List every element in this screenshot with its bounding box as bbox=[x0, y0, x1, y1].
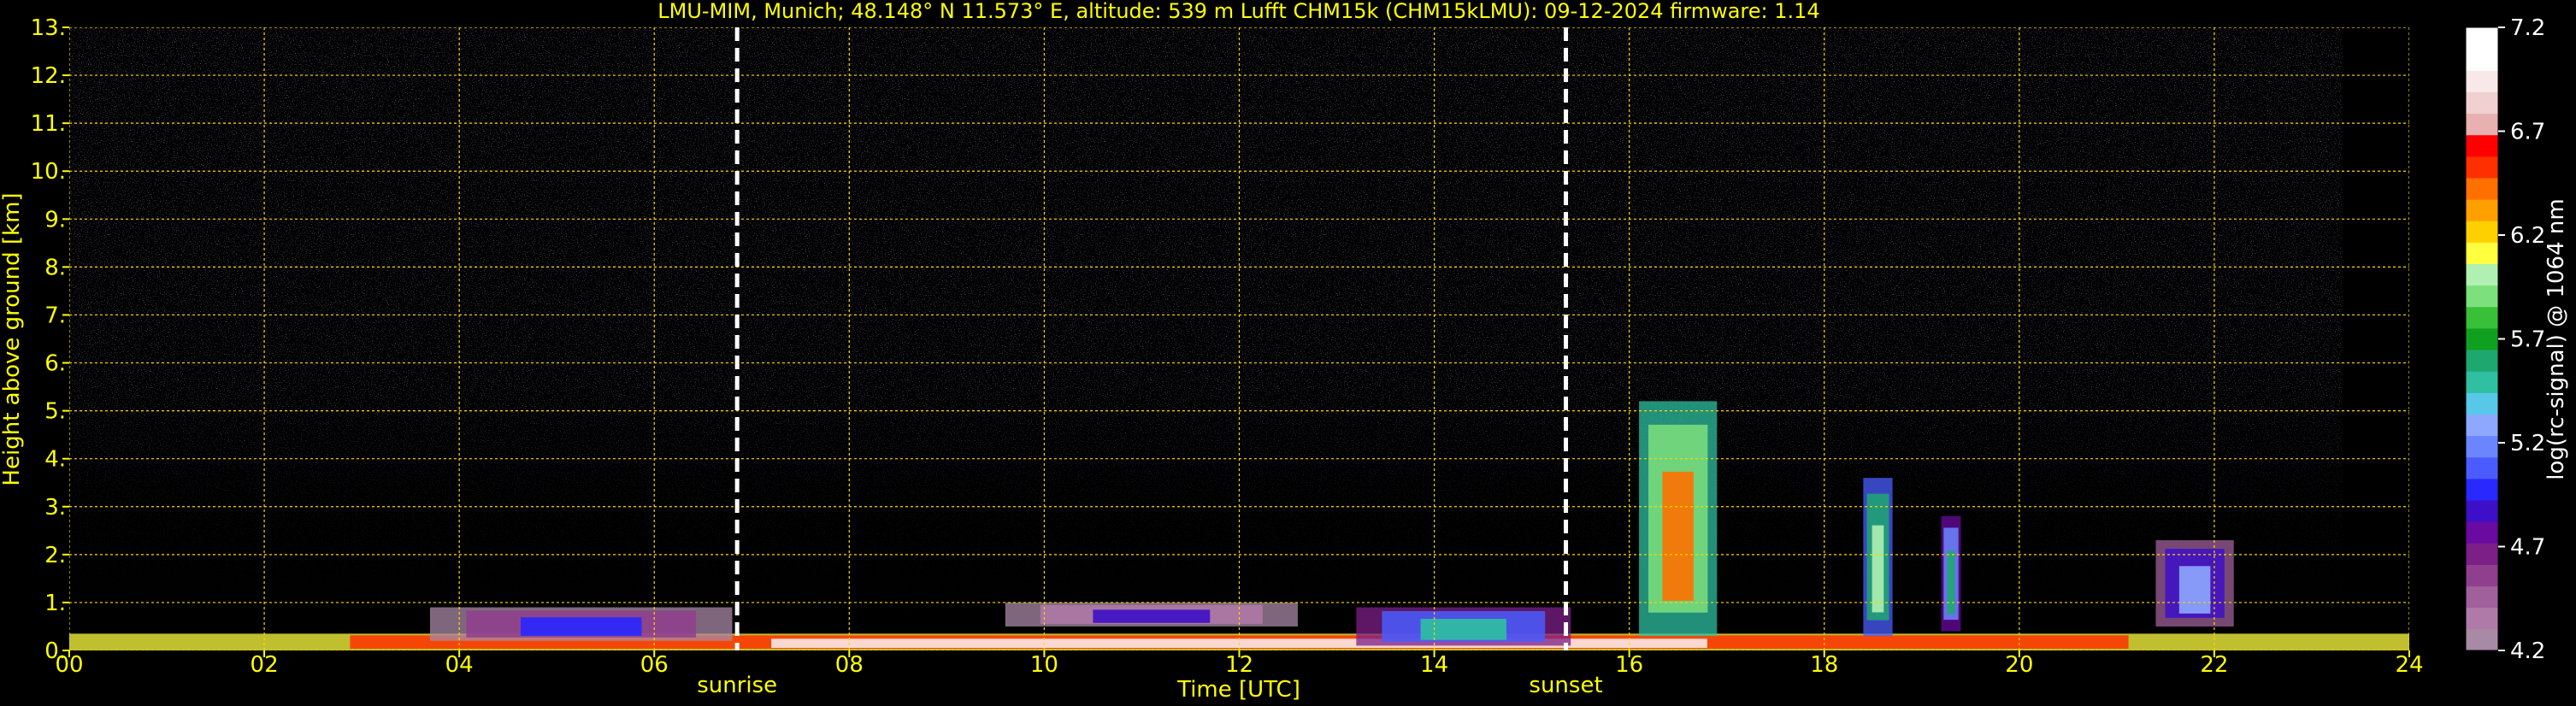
y-axis-label: Height above ground [km] bbox=[0, 192, 25, 485]
feature-aerosol-layer bbox=[1356, 607, 1571, 646]
plot-area bbox=[69, 27, 2409, 650]
colorbar-swatch bbox=[2466, 371, 2498, 393]
colorbar-swatch bbox=[2466, 392, 2498, 415]
colorbar-swatch bbox=[2466, 628, 2498, 651]
colorbar-tick-label: 5.7 bbox=[2510, 327, 2545, 353]
feature-core bbox=[1662, 471, 1694, 601]
y-tick-label: 0. bbox=[44, 638, 66, 664]
colorbar-swatch bbox=[2466, 242, 2498, 265]
x-tick-label: 14 bbox=[1420, 652, 1448, 678]
sunset-label: sunset bbox=[1529, 673, 1602, 698]
feature-core bbox=[2178, 566, 2211, 614]
x-tick-label: 04 bbox=[445, 652, 474, 678]
colorbar-ticks: 4.2 4.7 5.2 5.7 6.2 6.7 7.2 bbox=[2498, 15, 2545, 664]
x-tick-label: 16 bbox=[1615, 652, 1643, 678]
feature-cloud bbox=[2155, 540, 2234, 627]
feature-core bbox=[1093, 609, 1211, 623]
colorbar-swatch bbox=[2466, 263, 2498, 286]
y-tick-label: 7. bbox=[44, 303, 66, 328]
y-tick-label: 8. bbox=[44, 255, 66, 280]
colorbar-swatch bbox=[2466, 27, 2498, 50]
colorbar-swatch bbox=[2466, 543, 2498, 565]
x-tick-label: 24 bbox=[2395, 652, 2423, 678]
colorbar-tick-label: 4.2 bbox=[2510, 638, 2545, 664]
colorbar-swatch bbox=[2466, 113, 2498, 136]
colorbar: 4.2 4.7 5.2 5.7 6.2 6.7 7.2 log(rc-signal) @ 1… bbox=[2465, 15, 2569, 664]
colorbar-swatch bbox=[2466, 456, 2498, 479]
colorbar-swatch bbox=[2466, 500, 2498, 522]
feature-core bbox=[1420, 618, 1506, 640]
sunrise-label: sunrise bbox=[697, 673, 777, 698]
colorbar-tick-label: 6.7 bbox=[2510, 120, 2545, 145]
colorbar-swatch bbox=[2466, 585, 2498, 609]
colorbar-tick-label: 7.2 bbox=[2510, 15, 2545, 41]
colorbar-tick-label: 6.2 bbox=[2510, 223, 2545, 249]
colorbar-swatch bbox=[2466, 306, 2498, 329]
y-axis-ticks: 0. 1. 2. 3. 4. 5. 6. 7. 8. 9. 10. 11. 12. 13. bbox=[31, 15, 69, 664]
chart-title: LMU-MIM, Munich; 48.148° N 11.573° E, al… bbox=[657, 0, 1819, 23]
colorbar-swatch bbox=[2466, 70, 2498, 92]
colorbar-swatch bbox=[2466, 134, 2498, 157]
feature-core bbox=[1872, 525, 1884, 613]
feature-cloud bbox=[1941, 515, 1961, 632]
feature-core bbox=[521, 617, 642, 636]
feature-cloud bbox=[1639, 401, 1718, 637]
colorbar-swatch bbox=[2466, 199, 2498, 221]
x-tick-label: 12 bbox=[1225, 652, 1253, 678]
colorbar-tick-label: 5.2 bbox=[2510, 431, 2545, 456]
colorbar-swatch bbox=[2466, 91, 2498, 115]
colorbar-swatch bbox=[2466, 285, 2498, 308]
colorbar-swatch bbox=[2466, 350, 2498, 372]
ceilometer-chart: 00 02 04 06 08 10 12 14 16 18 20 22 24 0.1.2.3.4.5.6… bbox=[0, 0, 2569, 703]
y-tick-label: 2. bbox=[44, 543, 66, 568]
y-tick-label: 5. bbox=[44, 399, 66, 425]
colorbar-label: log(rc-signal) @ 1064 nm bbox=[2544, 198, 2569, 479]
x-axis-label: Time [UTC] bbox=[1176, 677, 1300, 703]
x-tick-label: 22 bbox=[2200, 652, 2228, 678]
y-tick-label: 12. bbox=[31, 63, 66, 89]
colorbar-swatch bbox=[2466, 521, 2498, 544]
colorbar-swatch bbox=[2466, 156, 2498, 179]
colorbar-swatch bbox=[2466, 564, 2498, 587]
x-axis-ticks: 00 02 04 06 08 10 12 14 16 18 20 22 24 bbox=[55, 650, 2424, 678]
feature-aerosol-layer bbox=[429, 607, 733, 641]
y-tick-label: 9. bbox=[44, 207, 66, 232]
colorbar-swatch bbox=[2466, 414, 2498, 437]
colorbar-swatch bbox=[2466, 177, 2498, 200]
y-tick-label: 1. bbox=[44, 591, 66, 616]
x-tick-label: 08 bbox=[835, 652, 864, 678]
x-tick-label: 06 bbox=[640, 652, 669, 678]
x-tick-label: 18 bbox=[1810, 652, 1838, 678]
y-tick-label: 4. bbox=[44, 447, 66, 473]
feature-cloud bbox=[1863, 478, 1893, 637]
colorbar-swatch bbox=[2466, 478, 2498, 501]
colorbar-swatch bbox=[2466, 49, 2498, 71]
feature-core bbox=[1947, 550, 1955, 615]
colorbar-swatch bbox=[2466, 607, 2498, 630]
y-tick-label: 10. bbox=[31, 159, 66, 185]
x-tick-label: 02 bbox=[251, 652, 279, 678]
y-tick-label: 6. bbox=[44, 351, 66, 377]
x-tick-label: 20 bbox=[2005, 652, 2033, 678]
sun-marker-labels: sunrise sunset bbox=[697, 673, 1602, 698]
feature-elevated-layer bbox=[1005, 602, 1298, 627]
colorbar-tick-label: 4.7 bbox=[2510, 535, 2545, 561]
colorbar-swatch bbox=[2466, 435, 2498, 458]
colorbar-swatch bbox=[2466, 327, 2498, 350]
y-tick-label: 13. bbox=[31, 15, 66, 41]
y-tick-label: 11. bbox=[31, 111, 66, 137]
y-tick-label: 3. bbox=[44, 495, 66, 521]
colorbar-swatch bbox=[2466, 221, 2498, 243]
x-tick-label: 10 bbox=[1030, 652, 1058, 678]
colorbar-swatches bbox=[2466, 27, 2498, 651]
